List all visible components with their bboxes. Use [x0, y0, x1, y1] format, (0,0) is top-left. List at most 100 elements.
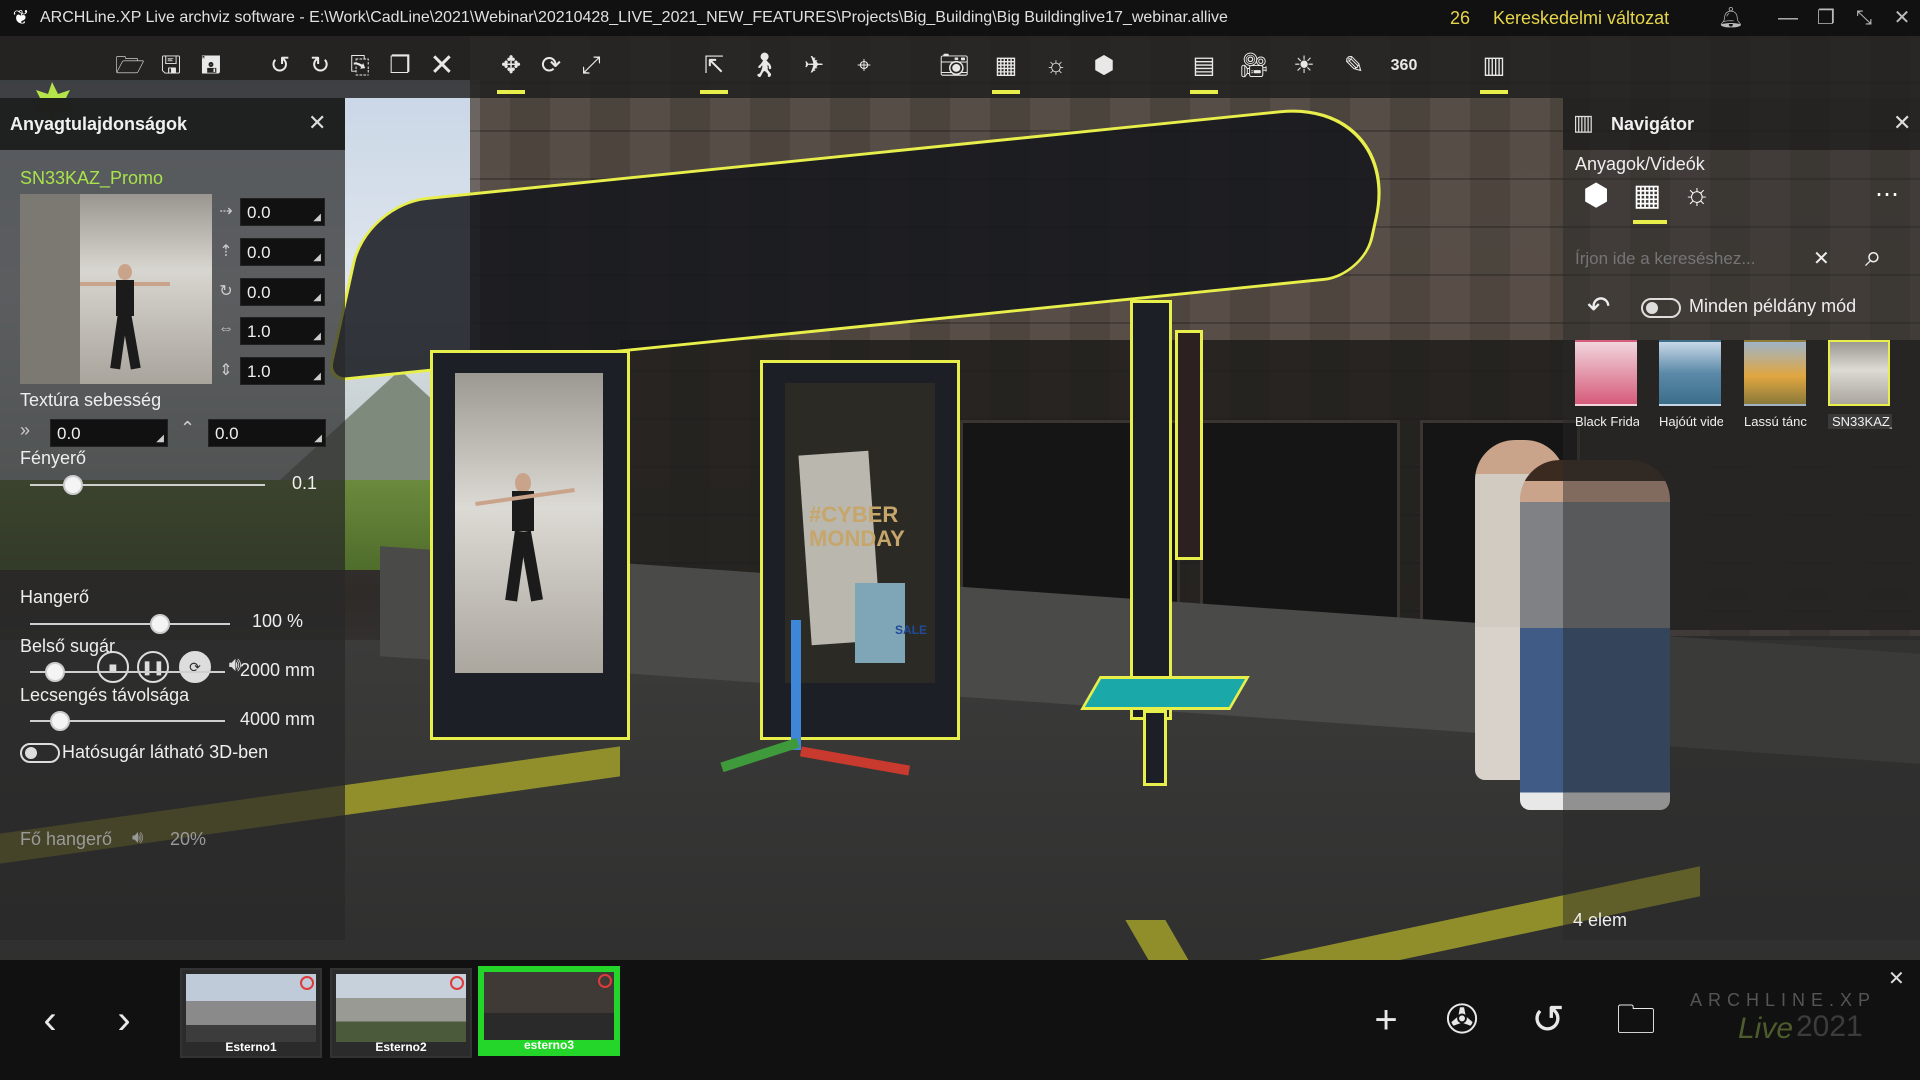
rotation-field[interactable]: 0.0 ◢ — [240, 278, 325, 306]
inner-radius-value: 2000 mm — [240, 660, 316, 680]
previous-scene-icon[interactable]: ‹ — [24, 994, 76, 1046]
clear-search-icon[interactable]: ✕ — [1813, 246, 1830, 271]
undo-icon[interactable]: ↺ — [262, 48, 298, 84]
brand-year-text: 2021 — [1796, 1010, 1863, 1043]
rotate-icon[interactable]: ⟳ — [533, 48, 569, 84]
scene-thumb-esterno1[interactable]: Esterno1 — [180, 968, 322, 1058]
loop-button[interactable]: ⟳ — [179, 651, 211, 683]
360-icon[interactable]: 360 — [1386, 48, 1422, 84]
library-icon: ▥ — [1573, 110, 1594, 135]
scale-x-field[interactable]: 1.0 ◢ — [240, 317, 325, 345]
offset-x-field[interactable]: 0.0 ◢ — [240, 198, 325, 226]
history-icon[interactable]: ↺ — [1522, 994, 1574, 1046]
radius-visible-toggle[interactable] — [20, 743, 60, 763]
window-title: ARCHLine.XP Live archviz software - E:\W… — [40, 9, 1228, 26]
edition-label: Kereskedelmi változat — [1493, 7, 1670, 28]
thumb-slow-dance[interactable] — [1744, 340, 1806, 406]
instance-mode-toggle[interactable] — [1641, 298, 1681, 318]
thumb-boat-trip[interactable] — [1659, 340, 1721, 406]
speed-x-field[interactable]: 0.0 ◢ — [50, 419, 168, 447]
lights-tab-icon[interactable]: ☼ — [1683, 178, 1711, 212]
falloff-label: Lecsengés távolsága — [20, 685, 190, 705]
close-window-button[interactable]: ✕ — [1886, 2, 1918, 34]
dancer-poster — [455, 373, 603, 673]
render-icon[interactable]: ▤ — [1186, 48, 1222, 94]
master-speaker-icon[interactable]: 🔊︎ — [132, 827, 143, 848]
remove-scene-icon[interactable] — [450, 976, 464, 990]
close-navigator-button[interactable]: ✕ — [1893, 110, 1911, 136]
library-icon[interactable]: ▥ — [1476, 48, 1512, 94]
speed-y-field[interactable]: 0.0 ◢ — [208, 419, 326, 447]
shelter-side-sign[interactable] — [1175, 330, 1203, 560]
select-icon[interactable]: ⇱ — [696, 48, 732, 94]
move-icon[interactable]: ✥ — [493, 48, 529, 94]
remove-scene-icon[interactable] — [598, 974, 612, 988]
inner-radius-slider-handle[interactable] — [45, 662, 65, 682]
add-scene-icon[interactable]: + — [1360, 994, 1412, 1046]
shelter-middle-panel[interactable]: #CYBER MONDAY SALE — [760, 360, 960, 740]
video-icon[interactable]: 🎥︎ — [1236, 48, 1272, 84]
folder-icon[interactable]: 🗀 — [1610, 994, 1662, 1046]
search-icon[interactable]: ⌕ — [1865, 240, 1882, 274]
minimize-button[interactable]: — — [1772, 2, 1804, 34]
shelter-left-panel[interactable] — [430, 350, 630, 740]
close-scene-bar-button[interactable]: ✕ — [1888, 966, 1905, 991]
pin-icon[interactable]: ⌖ — [846, 48, 882, 84]
pause-button[interactable]: ❚❚ — [137, 651, 169, 683]
falloff-slider-handle[interactable] — [50, 711, 70, 731]
save-as-icon[interactable]: 🖪 — [193, 48, 229, 84]
light-icon[interactable]: ☼ — [1038, 48, 1074, 84]
thumb-label: SN33KAZ_p — [1828, 414, 1892, 429]
material-properties-panel: Anyagtulajdonságok ✕ SN33KAZ_Promo ⇢ 0.0… — [0, 98, 345, 940]
folder-open-icon[interactable]: 🗁 — [112, 48, 148, 84]
restore-button[interactable]: ❐ — [1810, 2, 1842, 34]
edit-icon[interactable]: ✎ — [1336, 48, 1372, 84]
poster-text: #CYBER MONDAY — [809, 502, 905, 551]
duplicate-icon[interactable]: ❐ — [382, 48, 418, 84]
brightness-slider-handle[interactable] — [62, 475, 83, 495]
search-input[interactable] — [1575, 244, 1795, 274]
material-preview — [20, 194, 212, 384]
camera-icon[interactable]: 📷︎ — [936, 48, 972, 84]
close-panel-button[interactable]: ✕ — [308, 110, 326, 136]
offset-y-icon: ⇡ — [219, 243, 233, 260]
thumb-black-friday[interactable] — [1575, 340, 1637, 406]
counter-value: 26 — [1450, 7, 1471, 28]
remove-scene-icon[interactable] — [300, 976, 314, 990]
gizmo-z-axis[interactable] — [791, 620, 801, 750]
sun-icon[interactable]: ☀︎ — [1286, 48, 1322, 84]
fullscreen-button[interactable]: ⤡ — [1848, 2, 1880, 34]
walk-icon[interactable]: 🚶︎ — [746, 48, 782, 84]
bell-icon[interactable]: 🔔︎ — [1715, 2, 1747, 34]
poster-sale-text: SALE — [895, 623, 928, 637]
item-count-label: elem — [1588, 910, 1628, 930]
aperture-icon[interactable]: ✇ — [1436, 994, 1488, 1046]
scale-y-field[interactable]: 1.0 ◢ — [240, 357, 325, 385]
materials-tab-icon[interactable]: ▦ — [1633, 178, 1661, 213]
close-icon[interactable]: ✕ — [424, 48, 460, 84]
material-icon[interactable]: ▦ — [988, 48, 1024, 94]
scene-thumb-esterno3[interactable]: esterno3 — [478, 966, 620, 1056]
object-icon[interactable]: ⬢ — [1086, 48, 1122, 84]
thumb-sn33kaz[interactable] — [1828, 340, 1890, 406]
bench[interactable] — [1080, 676, 1250, 710]
scene-name: esterno3 — [523, 1038, 575, 1052]
scale-x-row: ⇔ 1.0 ◢ — [215, 317, 327, 345]
scale-y-value: 1.0 — [247, 362, 271, 381]
offset-y-field[interactable]: 0.0 ◢ — [240, 238, 325, 266]
copy-icon[interactable]: ⎘ — [342, 48, 378, 84]
scene-thumb-esterno2[interactable]: Esterno2 — [330, 968, 472, 1058]
save-icon[interactable]: 🖫 — [153, 48, 189, 84]
scene-bar: ‹ › Esterno1 Esterno2 esterno3 + ✇ ↺ 🗀 A… — [0, 960, 1920, 1080]
shelter-pillar[interactable] — [1130, 300, 1172, 720]
volume-slider[interactable] — [30, 623, 230, 625]
volume-slider-handle[interactable] — [150, 614, 170, 634]
objects-tab-icon[interactable]: ⬢ — [1583, 178, 1609, 213]
more-options-icon[interactable]: ⋯ — [1875, 180, 1899, 209]
redo-icon[interactable]: ↻ — [302, 48, 338, 84]
scale-icon[interactable]: ⤢ — [573, 48, 609, 84]
fly-icon[interactable]: ✈︎ — [796, 48, 832, 84]
next-scene-icon[interactable]: › — [98, 994, 150, 1046]
back-icon[interactable]: ↶ — [1587, 290, 1610, 323]
shop-window — [1200, 420, 1400, 630]
